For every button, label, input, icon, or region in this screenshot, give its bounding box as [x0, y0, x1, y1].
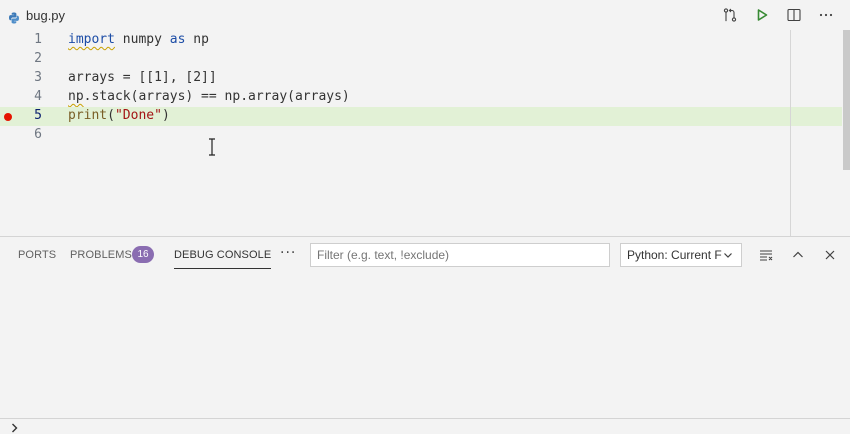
tab-file-name: bug.py — [26, 7, 66, 23]
chevron-down-icon — [722, 249, 734, 261]
editor-tab-bug-py[interactable]: bug.py — [0, 0, 65, 30]
open-changes-icon — [723, 8, 737, 22]
line-number: 1 — [34, 32, 42, 47]
debug-config-value: Python: Current File — [627, 248, 734, 262]
editor-tab-bar: bug.py — [0, 0, 850, 30]
more-actions-button[interactable] — [810, 0, 842, 30]
run-python-file-icon — [757, 9, 768, 21]
text-cursor-icon — [209, 138, 215, 156]
tab-debug-console[interactable]: DEBUG CONSOLE — [174, 247, 272, 269]
code-text: import numpy as np — [68, 32, 209, 47]
editor-scrollbar-thumb[interactable] — [843, 30, 850, 170]
function-print: print — [68, 108, 108, 123]
line-number: 6 — [34, 127, 42, 142]
code-line-2[interactable]: 2 — [0, 50, 842, 69]
paren-close: ) — [161, 108, 170, 123]
code-text: np.stack(arrays) == np.array(arrays) — [68, 89, 350, 104]
python-icon — [8, 9, 20, 24]
more-actions-icon — [819, 13, 833, 17]
bottom-panel: PORTS PROBLEMS 16 DEBUG CONSOLE ··· Pyth… — [0, 237, 850, 434]
expression: .stack(arrays) == np.array(arrays) — [83, 89, 350, 104]
line-number: 2 — [34, 51, 42, 66]
module-name: numpy — [114, 32, 170, 47]
code-line-5-current[interactable]: 5 print("Done") — [0, 107, 842, 126]
editor-ruler — [790, 30, 791, 236]
code-line-4[interactable]: 4 np.stack(arrays) == np.array(arrays) — [0, 88, 842, 107]
clear-console-icon[interactable] — [758, 247, 774, 263]
line-number: 5 — [34, 108, 42, 123]
chevron-right-icon[interactable] — [10, 422, 20, 434]
code-text: arrays = [[1], [2]] — [68, 70, 217, 85]
breakpoint-icon[interactable] — [4, 113, 12, 121]
np-reference: np — [68, 89, 84, 104]
code-line-3[interactable]: 3 arrays = [[1], [2]] — [0, 69, 842, 88]
console-input-divider — [0, 418, 850, 419]
line-number: 4 — [34, 89, 42, 104]
code-line-1[interactable]: 1 import numpy as np — [0, 31, 842, 50]
code-text: print("Done") — [68, 108, 170, 123]
paren-open: ( — [107, 108, 115, 123]
run-python-file-button[interactable] — [746, 0, 778, 30]
split-editor-button[interactable] — [778, 0, 810, 30]
problems-count-badge: 16 — [132, 246, 154, 263]
tab-problems[interactable]: PROBLEMS — [70, 247, 132, 269]
keyword-as: as — [169, 32, 186, 47]
line-number: 3 — [34, 70, 42, 85]
split-editor-icon — [787, 8, 801, 22]
debug-console-filter-input[interactable] — [310, 243, 610, 267]
panel-more-tabs-icon[interactable]: ··· — [280, 245, 296, 261]
close-panel-icon[interactable] — [822, 247, 838, 263]
code-editor[interactable]: 1 import numpy as np 2 3 arrays = [[1], … — [0, 30, 850, 236]
keyword-import: import — [68, 32, 115, 47]
open-changes-button[interactable] — [714, 0, 746, 30]
maximize-panel-icon[interactable] — [790, 247, 806, 263]
module-alias: np — [185, 32, 209, 47]
tab-ports[interactable]: PORTS — [18, 247, 56, 269]
code-line-6[interactable]: 6 — [0, 126, 842, 145]
string-literal: "Done" — [114, 108, 162, 123]
